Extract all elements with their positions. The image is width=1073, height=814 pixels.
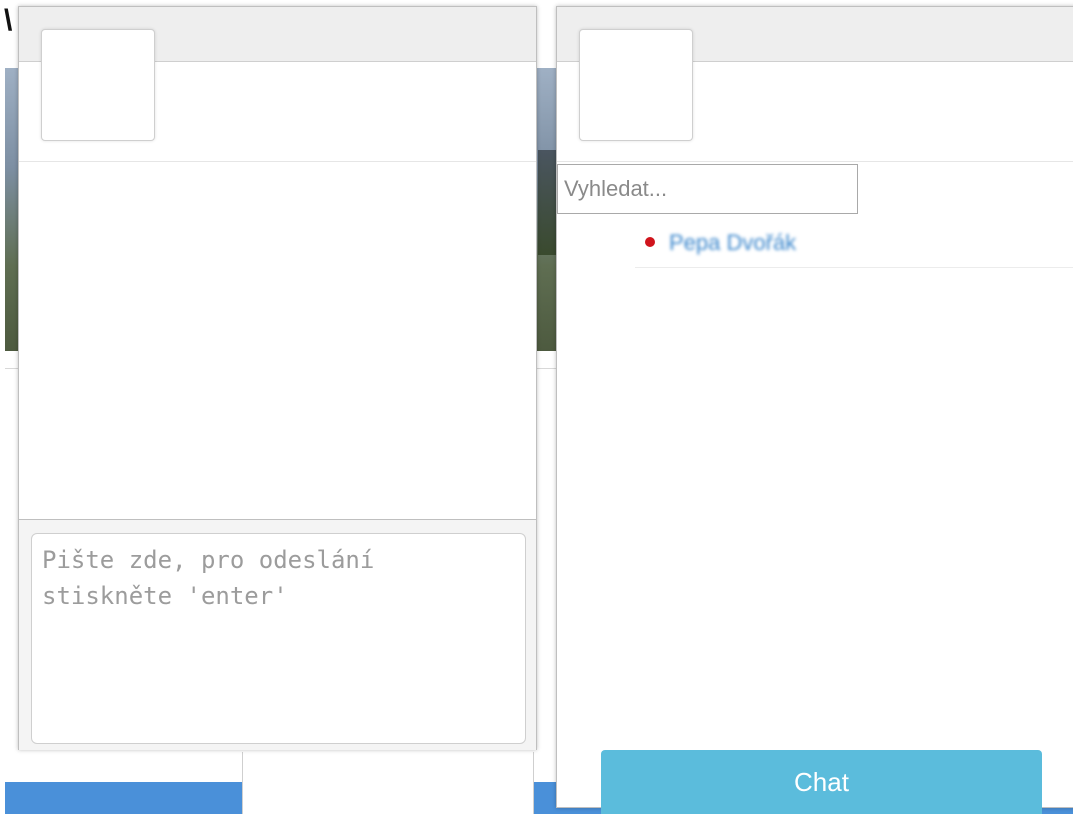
- chat-messages-area[interactable]: [19, 162, 536, 519]
- contact-search-input[interactable]: [557, 164, 858, 214]
- chat-partner-avatar: [41, 29, 155, 141]
- contact-name: Pepa Dvořák: [669, 230, 797, 255]
- background-logo-fragment: \: [4, 4, 13, 37]
- chat-composer: [19, 519, 536, 750]
- contacts-header-divider: [557, 161, 1073, 162]
- chat-message-input[interactable]: [31, 533, 526, 744]
- own-avatar: [579, 29, 693, 141]
- chat-launcher-button[interactable]: Chat: [601, 750, 1042, 814]
- chat-contacts-window: Pepa Dvořák: [556, 6, 1073, 808]
- status-dot-icon: [645, 237, 655, 247]
- background-footer-tab: [242, 752, 534, 814]
- list-item[interactable]: Pepa Dvořák: [635, 219, 1073, 268]
- chat-conversation-window: [18, 6, 537, 750]
- contact-list: Pepa Dvořák: [635, 219, 1073, 268]
